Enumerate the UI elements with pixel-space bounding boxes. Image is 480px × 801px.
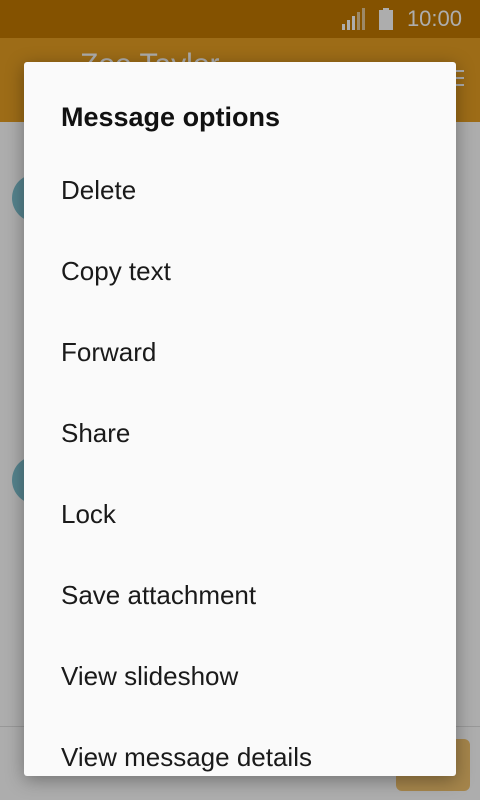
menu-item-copy-text[interactable]: Copy text [24,231,456,312]
menu-item-delete[interactable]: Delete [24,150,456,231]
menu-item-lock[interactable]: Lock [24,474,456,555]
menu-item-save-attachment[interactable]: Save attachment [24,555,456,636]
menu-item-view-slideshow[interactable]: View slideshow [24,636,456,717]
menu-item-forward[interactable]: Forward [24,312,456,393]
menu-item-view-message-details[interactable]: View message details [24,717,456,776]
dialog-title: Message options [61,102,281,132]
message-options-dialog: Message options Delete Copy text Forward… [24,62,456,776]
menu-item-share[interactable]: Share [24,393,456,474]
menu-list: Delete Copy text Forward Share Lock Save… [24,150,456,776]
